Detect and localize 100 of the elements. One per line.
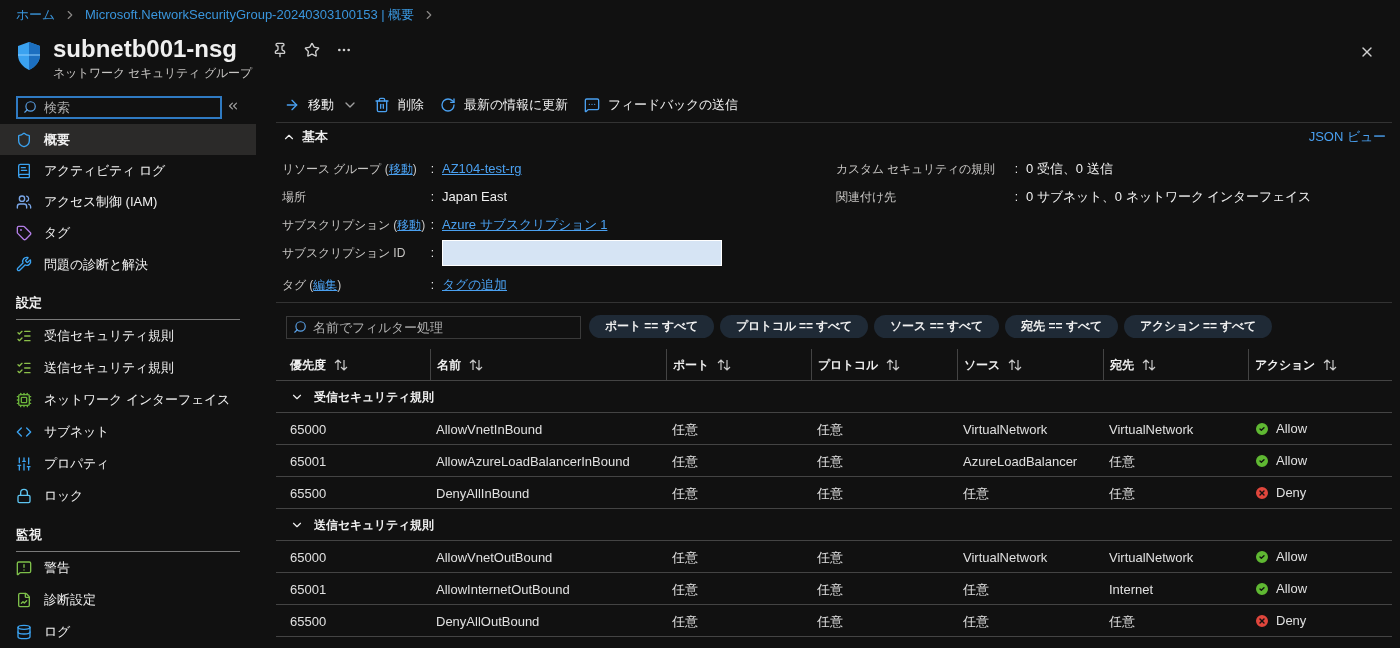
property-link[interactable]: 編集 (313, 276, 338, 294)
sidebar-item[interactable]: プロパティ (0, 448, 256, 480)
section-toggle[interactable]: 基本 (282, 127, 328, 147)
table-cell: 65000 (290, 549, 327, 565)
sidebar-item[interactable]: 問題の診断と解決 (0, 248, 256, 280)
property-value-link[interactable]: AZ104-test-rg (442, 159, 522, 179)
property-label: ) (421, 217, 426, 234)
table-cell: 任意 (817, 421, 843, 437)
separator-colon: : (429, 277, 435, 294)
filter-pill[interactable]: ポート == すべて (589, 314, 714, 338)
book-icon (16, 162, 32, 179)
check-circle-icon (1254, 580, 1270, 597)
table-cell: 任意 (1109, 613, 1135, 629)
group-toggle[interactable]: 送信セキュリティ規則 (290, 515, 434, 534)
search-icon (23, 99, 37, 114)
property-link[interactable]: 移動 (388, 160, 413, 178)
check-circle-icon (1254, 548, 1270, 565)
sidebar-item[interactable]: サブネット (0, 416, 256, 448)
sidebar-item[interactable]: タグ (0, 217, 256, 249)
column-header[interactable]: アクション (1255, 355, 1315, 374)
sidebar-section-heading: 監視 (16, 525, 42, 544)
property-label: カスタム セキュリティの規則 (836, 161, 996, 178)
property-label: タグ ( (282, 277, 314, 294)
table-cell: AllowAzureLoadBalancerInBound (436, 453, 630, 469)
sort-arrows-icon (886, 358, 900, 371)
action-status: Allow (1276, 579, 1308, 598)
x-circle-icon (1254, 484, 1270, 501)
separator-colon: : (429, 245, 435, 262)
table-cell: VirtualNetwork (963, 549, 1048, 565)
sidebar-item[interactable]: ログ (0, 616, 256, 648)
property-link[interactable]: 移動 (397, 216, 422, 234)
table-cell: 65001 (290, 453, 327, 469)
filter-pill[interactable]: プロトコル == すべて (719, 314, 869, 338)
table-cell: VirtualNetwork (963, 421, 1048, 437)
sidebar-item[interactable]: ロック (0, 480, 256, 512)
property-value-link[interactable]: タグの追加 (442, 275, 507, 295)
table-cell: 65000 (290, 421, 327, 437)
breadcrumb-link[interactable]: Microsoft.NetworkSecurityGroup-20240303100153 | 概要 (85, 5, 415, 25)
checklist-icon (16, 360, 32, 376)
table-cell: 65500 (290, 485, 327, 501)
property-label: サブスクリプション ( (282, 217, 398, 234)
table-cell: 任意 (672, 549, 698, 565)
sidebar-item[interactable]: ネットワーク インターフェイス (0, 384, 256, 416)
network-card-icon (16, 392, 32, 408)
column-header[interactable]: 名前 (437, 355, 461, 374)
lock-icon (16, 488, 32, 504)
toolbar-button[interactable]: フィードバックの送信 (584, 95, 738, 115)
filter-pill[interactable]: ソース == すべて (874, 314, 1000, 338)
check-circle-icon (1254, 420, 1270, 437)
group-toggle[interactable]: 受信セキュリティ規則 (290, 387, 434, 406)
sidebar-item[interactable]: 診断設定 (0, 584, 256, 616)
table-cell: 任意 (817, 581, 843, 597)
table-cell: Internet (1109, 581, 1154, 597)
property-label: 関連付け先 (836, 189, 896, 206)
toolbar-button[interactable]: 最新の情報に更新 (440, 95, 568, 115)
table-cell: VirtualNetwork (1109, 549, 1194, 565)
column-header[interactable]: ポート (673, 355, 709, 374)
table-cell: 任意 (672, 453, 698, 469)
property-label: ) (337, 277, 342, 294)
action-status: Allow (1276, 451, 1308, 470)
sidebar-section-heading: 設定 (16, 293, 42, 312)
tag-icon (16, 225, 32, 242)
table-cell: 任意 (817, 453, 843, 469)
column-header[interactable]: プロトコル (818, 355, 878, 374)
sidebar-item[interactable]: 概要 (0, 124, 256, 156)
column-header[interactable]: ソース (964, 355, 1000, 374)
breadcrumb-link[interactable]: ホーム (16, 5, 55, 25)
table-cell: 任意 (1109, 485, 1135, 501)
column-header[interactable]: 宛先 (1110, 355, 1134, 374)
x-circle-icon (1254, 612, 1270, 629)
shield-icon (16, 131, 32, 148)
search-icon (293, 319, 307, 334)
sort-arrows-icon (334, 358, 348, 371)
property-label: サブスクリプション ID (282, 245, 406, 262)
sidebar-item[interactable]: 警告 (0, 552, 256, 584)
check-circle-icon (1254, 452, 1270, 469)
sidebar-item[interactable]: 送信セキュリティ規則 (0, 352, 256, 384)
sidebar-item[interactable]: アクセス制御 (IAM) (0, 186, 256, 218)
table-cell: 任意 (963, 613, 989, 629)
alert-icon (16, 560, 32, 576)
sidebar-item[interactable]: アクティビティ ログ (0, 155, 256, 187)
property-label: リソース グループ ( (282, 161, 389, 178)
filter-pill[interactable]: アクション == すべて (1123, 314, 1273, 338)
table-cell: DenyAllOutBound (436, 613, 540, 629)
table-cell: 任意 (817, 485, 843, 501)
star-icon[interactable] (303, 42, 320, 58)
toolbar-button[interactable]: 削除 (374, 95, 424, 115)
code-brackets-icon (16, 424, 32, 440)
toolbar-button[interactable]: 移動 (284, 95, 358, 115)
property-value-link[interactable]: Azure サブスクリプション 1 (442, 215, 608, 235)
sidebar-item[interactable]: 受信セキュリティ規則 (0, 320, 256, 352)
table-cell: 任意 (672, 613, 698, 629)
database-icon (16, 624, 32, 640)
sliders-icon (16, 456, 32, 472)
filter-pill[interactable]: 宛先 == すべて (1005, 314, 1118, 338)
table-cell: 任意 (963, 485, 989, 501)
column-header[interactable]: 優先度 (290, 355, 326, 374)
filter-field[interactable]: 名前でフィルター処理 (286, 315, 581, 339)
search-field[interactable]: 検索 (16, 95, 222, 119)
json-view-link[interactable]: JSON ビュー (1308, 127, 1386, 147)
